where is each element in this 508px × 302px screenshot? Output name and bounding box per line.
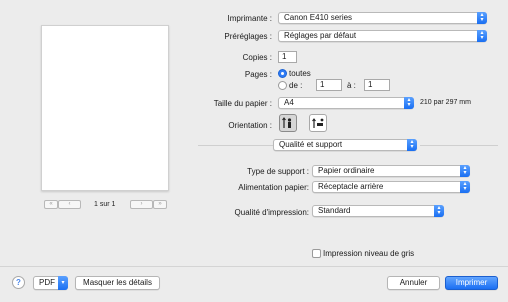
printer-value: Canon E410 series bbox=[284, 13, 353, 22]
section-divider-left bbox=[198, 145, 273, 146]
print-quality-value: Standard bbox=[318, 206, 351, 215]
prev-page-icon: ‹ bbox=[68, 201, 71, 207]
printer-label: Imprimante : bbox=[227, 14, 272, 23]
pages-all-radio[interactable] bbox=[278, 69, 287, 78]
media-type-popup[interactable]: Papier ordinaire ▴ ▾ bbox=[312, 165, 470, 177]
copies-label: Copies : bbox=[242, 53, 272, 62]
first-page-button[interactable]: « bbox=[44, 200, 58, 209]
popup-arrows-icon: ▴ ▾ bbox=[460, 165, 470, 177]
section-popup[interactable]: Qualité et support ▴ ▾ bbox=[273, 139, 417, 151]
next-page-icon: › bbox=[140, 201, 143, 207]
presets-label: Préréglages : bbox=[224, 32, 272, 41]
media-type-label: Type de support : bbox=[247, 167, 309, 176]
popup-arrows-icon: ▴ ▾ bbox=[404, 97, 414, 109]
printer-popup[interactable]: Canon E410 series ▴ ▾ bbox=[278, 12, 487, 24]
popup-arrows-icon: ▴ ▾ bbox=[460, 181, 470, 193]
pages-from-field[interactable]: 1 bbox=[316, 79, 342, 91]
grayscale-label: Impression niveau de gris bbox=[323, 249, 415, 258]
print-quality-popup[interactable]: Standard ▴ ▾ bbox=[312, 205, 444, 217]
hide-details-button[interactable]: Masquer les détails bbox=[75, 276, 160, 290]
pages-range-radio[interactable] bbox=[278, 81, 287, 90]
landscape-button[interactable] bbox=[309, 114, 327, 132]
section-value: Qualité et support bbox=[279, 140, 343, 149]
section-divider-right bbox=[420, 145, 498, 146]
paper-size-value: A4 bbox=[284, 98, 294, 107]
presets-value: Réglages par défaut bbox=[284, 31, 357, 40]
last-page-button[interactable]: » bbox=[153, 200, 167, 209]
page-indicator: 1 sur 1 bbox=[94, 201, 116, 208]
pdf-dropdown-icon: ▾ bbox=[58, 276, 68, 290]
paper-size-popup[interactable]: A4 ▴ ▾ bbox=[278, 97, 414, 109]
popup-arrows-icon: ▴ ▾ bbox=[477, 30, 487, 42]
landscape-icon bbox=[312, 118, 324, 128]
pages-to-label: à : bbox=[347, 81, 356, 90]
cancel-button[interactable]: Annuler bbox=[387, 276, 440, 290]
help-button[interactable]: ? bbox=[12, 276, 25, 289]
footer-divider bbox=[0, 266, 508, 267]
popup-arrows-icon: ▴ ▾ bbox=[434, 205, 444, 217]
portrait-icon bbox=[282, 117, 292, 128]
page-preview bbox=[41, 25, 169, 191]
pages-all-label: toutes bbox=[289, 69, 311, 78]
print-quality-label: Qualité d'impression: bbox=[234, 208, 309, 217]
paper-source-label: Alimentation papier: bbox=[238, 183, 309, 192]
media-type-value: Papier ordinaire bbox=[318, 166, 375, 175]
print-button[interactable]: Imprimer bbox=[445, 276, 498, 290]
pages-from-label: de : bbox=[289, 81, 303, 90]
pages-to-field[interactable]: 1 bbox=[364, 79, 390, 91]
popup-arrows-icon: ▴ ▾ bbox=[477, 12, 487, 24]
paper-size-dimensions: 210 par 297 mm bbox=[420, 99, 471, 106]
paper-source-value: Réceptacle arrière bbox=[318, 182, 384, 191]
paper-size-label: Taille du papier : bbox=[213, 99, 272, 108]
grayscale-checkbox[interactable] bbox=[312, 249, 321, 258]
portrait-button[interactable] bbox=[279, 114, 297, 132]
paper-source-popup[interactable]: Réceptacle arrière ▴ ▾ bbox=[312, 181, 470, 193]
orientation-label: Orientation : bbox=[228, 121, 272, 130]
next-page-button[interactable]: › bbox=[130, 200, 153, 209]
presets-popup[interactable]: Réglages par défaut ▴ ▾ bbox=[278, 30, 487, 42]
pages-label: Pages : bbox=[244, 70, 272, 79]
copies-field[interactable]: 1 bbox=[278, 51, 297, 63]
pdf-button[interactable]: PDF ▾ bbox=[33, 276, 68, 290]
pdf-label: PDF bbox=[39, 278, 55, 287]
popup-arrows-icon: ▴ ▾ bbox=[407, 139, 417, 151]
prev-page-button[interactable]: ‹ bbox=[58, 200, 81, 209]
help-icon: ? bbox=[16, 278, 21, 287]
